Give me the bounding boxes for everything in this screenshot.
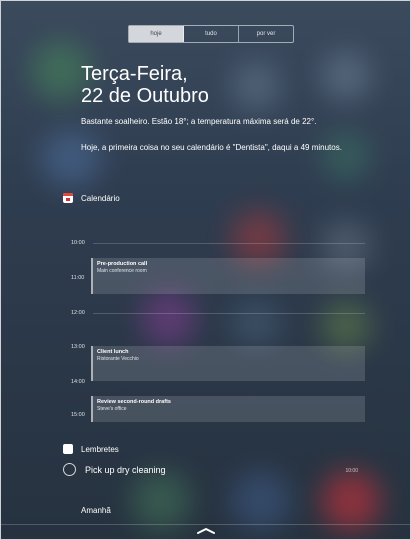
tomorrow-section-title: Amanhã	[81, 506, 111, 515]
weekday-label: Terça-Feira,	[81, 63, 188, 85]
backdrop-blob	[321, 471, 381, 531]
backdrop-blob	[231, 301, 281, 346]
reminder-item[interactable]: Pick up dry cleaning	[63, 463, 166, 476]
backdrop-blob	[321, 301, 371, 351]
tab-segmented-control: hoje tudo por ver	[128, 25, 294, 43]
tab-all[interactable]: tudo	[184, 26, 239, 42]
weather-summary: Bastante soalheiro. Estão 18°; a tempera…	[81, 117, 317, 126]
calendar-icon	[63, 193, 73, 203]
tab-missed[interactable]: por ver	[239, 26, 293, 42]
day-label: 22 de Outubro	[81, 85, 209, 107]
tab-today[interactable]: hoje	[129, 26, 184, 42]
reminder-text: Pick up dry cleaning	[85, 464, 166, 475]
backdrop-blob	[141, 291, 196, 346]
calendar-section-title: Calendário	[81, 193, 120, 203]
chevron-up-icon[interactable]	[196, 527, 216, 535]
hour-line	[93, 313, 365, 314]
event-location: Steve's office	[97, 406, 127, 412]
reminders-icon	[63, 444, 73, 454]
backdrop-blob	[231, 61, 281, 111]
backdrop-blob	[321, 131, 371, 181]
reminders-section-title: Lembretes	[81, 444, 119, 454]
date-heading: Terça-Feira, 22 de Outubro	[81, 63, 209, 107]
calendar-summary: Hoje, a primeira coisa no seu calendário…	[81, 143, 342, 152]
backdrop-blob	[321, 51, 371, 101]
hour-label: 15:00	[71, 412, 85, 418]
hour-label: 11:00	[71, 275, 85, 281]
hour-label: 12:00	[71, 310, 85, 316]
reminder-time: 10:00	[345, 468, 358, 474]
calendar-event[interactable]: Client lunch Ristorante Vecchio	[91, 346, 365, 381]
event-location: Ristorante Vecchio	[97, 356, 139, 362]
hour-label: 13:00	[71, 344, 85, 350]
event-title: Pre-production call	[97, 261, 148, 267]
notification-center: hoje tudo por ver Terça-Feira, 22 de Out…	[0, 0, 411, 540]
reminders-section-header[interactable]: Lembretes	[63, 444, 119, 454]
event-location: Main conference room	[97, 268, 147, 274]
hour-label: 14:00	[71, 379, 85, 385]
event-title: Client lunch	[97, 349, 129, 355]
calendar-event[interactable]: Pre-production call Main conference room	[91, 258, 365, 294]
reminder-checkbox[interactable]	[63, 463, 76, 476]
backdrop-blob	[41, 131, 101, 186]
backdrop-blob	[231, 471, 291, 531]
hour-line	[93, 243, 365, 244]
backdrop-blob	[131, 471, 191, 531]
calendar-event[interactable]: Review second-round drafts Steve's offic…	[91, 396, 365, 422]
calendar-section-header[interactable]: Calendário	[63, 193, 120, 203]
event-title: Review second-round drafts	[97, 399, 171, 405]
divider	[1, 524, 410, 525]
hour-label: 10:00	[71, 240, 85, 246]
